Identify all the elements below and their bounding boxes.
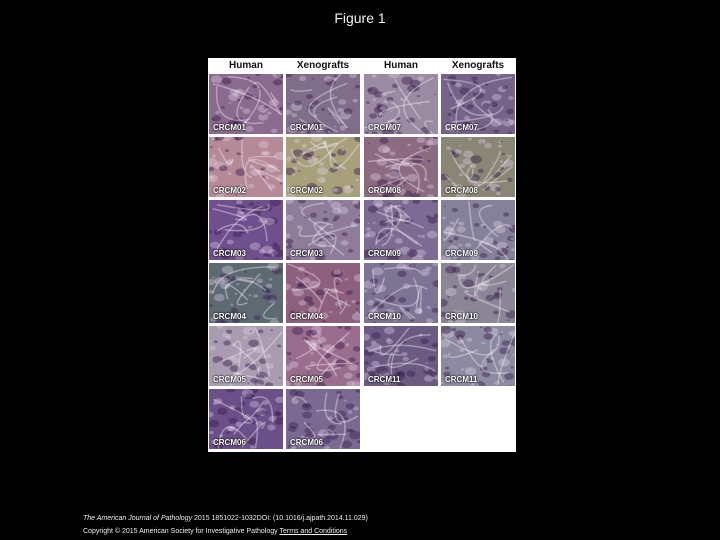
copyright-text: Copyright © 2015 American Society for In… xyxy=(83,528,280,535)
column-header-human-2: Human xyxy=(384,60,418,71)
histology-image-tile: CRCM05 xyxy=(209,326,283,386)
citation-line: The American Journal of Pathology 2015 1… xyxy=(83,515,368,522)
histology-image-tile: CRCM09 xyxy=(441,200,515,260)
histology-image-tile: CRCM10 xyxy=(441,263,515,323)
tile-label: CRCM08 xyxy=(368,186,401,195)
figure-title: Figure 1 xyxy=(334,10,386,26)
histology-image-tile: CRCM01 xyxy=(209,74,283,134)
tile-label: CRCM09 xyxy=(368,249,401,258)
citation-text: 2015 1851022-1032DOI: (10.1016/j.ajpath.… xyxy=(192,515,368,522)
histology-image-tile: CRCM06 xyxy=(209,389,283,449)
histology-image-tile: CRCM07 xyxy=(441,74,515,134)
histology-image-tile: CRCM11 xyxy=(364,326,438,386)
histology-image-tile: CRCM03 xyxy=(209,200,283,260)
terms-link[interactable]: Terms and Conditions xyxy=(279,528,347,535)
tile-label: CRCM03 xyxy=(213,249,246,258)
tile-label: CRCM11 xyxy=(445,375,478,384)
tile-label: CRCM11 xyxy=(368,375,401,384)
tile-label: CRCM06 xyxy=(213,438,246,447)
copyright-line: Copyright © 2015 American Society for In… xyxy=(83,528,347,535)
column-header-human-1: Human xyxy=(229,60,263,71)
tile-label: CRCM04 xyxy=(213,312,246,321)
tile-label: CRCM03 xyxy=(290,249,323,258)
tile-label: CRCM10 xyxy=(368,312,401,321)
histology-image-tile: CRCM07 xyxy=(364,74,438,134)
tile-label: CRCM05 xyxy=(290,375,323,384)
tile-label: CRCM02 xyxy=(213,186,246,195)
histology-image-tile: CRCM10 xyxy=(364,263,438,323)
tile-label: CRCM09 xyxy=(445,249,478,258)
tile-label: CRCM07 xyxy=(445,123,478,132)
column-header-xenografts-2: Xenografts xyxy=(451,60,505,71)
tile-label: CRCM04 xyxy=(290,312,323,321)
histology-image-tile: CRCM02 xyxy=(209,137,283,197)
histology-image-tile: CRCM04 xyxy=(209,263,283,323)
histology-image-tile: CRCM08 xyxy=(441,137,515,197)
tile-label: CRCM10 xyxy=(445,312,478,321)
tile-label: CRCM08 xyxy=(445,186,478,195)
tile-label: CRCM05 xyxy=(213,375,246,384)
histology-image-tile: CRCM03 xyxy=(286,200,360,260)
tile-label: CRCM02 xyxy=(290,186,323,195)
histology-image-tile: CRCM01 xyxy=(286,74,360,134)
tile-label: CRCM01 xyxy=(213,123,246,132)
histology-figure-panel: Human Xenografts Human Xenografts CRCM01… xyxy=(208,58,516,452)
histology-image-tile: CRCM09 xyxy=(364,200,438,260)
column-header-xenografts-1: Xenografts xyxy=(296,60,350,71)
histology-image-tile: CRCM04 xyxy=(286,263,360,323)
histology-image-tile: CRCM05 xyxy=(286,326,360,386)
histology-image-tile: CRCM02 xyxy=(286,137,360,197)
histology-image-tile: CRCM06 xyxy=(286,389,360,449)
histology-image-tile: CRCM11 xyxy=(441,326,515,386)
tile-label: CRCM01 xyxy=(290,123,323,132)
histology-image-tile: CRCM08 xyxy=(364,137,438,197)
tile-label: CRCM07 xyxy=(368,123,401,132)
tile-label: CRCM06 xyxy=(290,438,323,447)
journal-name: The American Journal of Pathology xyxy=(83,515,193,522)
